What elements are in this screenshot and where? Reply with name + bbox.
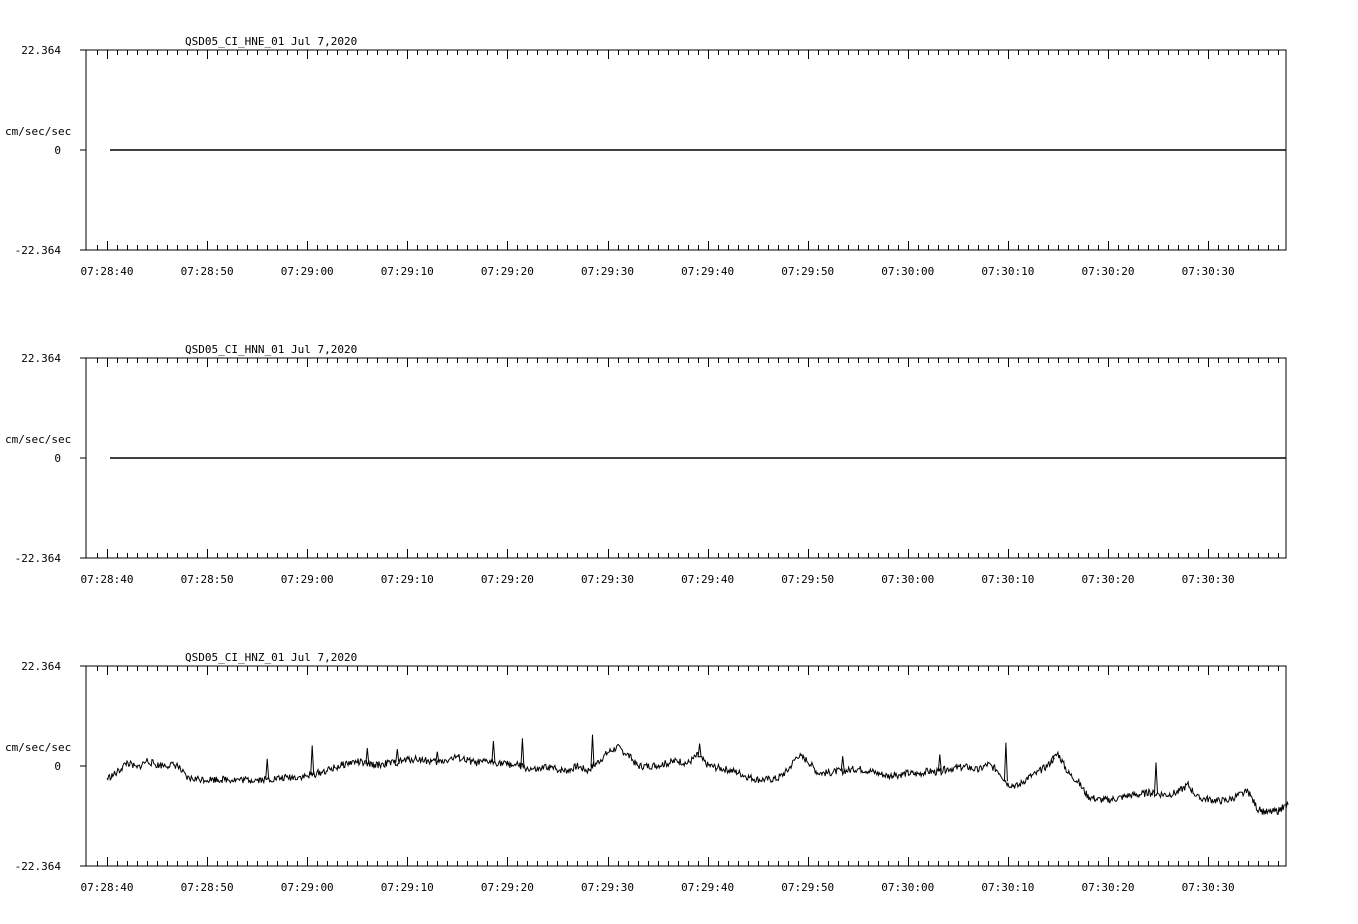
y-tick-label: 22.364 — [21, 44, 61, 57]
y-tick-label: -22.364 — [15, 552, 62, 565]
panel-1: QSD05_CI_HNN_01 Jul 7,2020 22.364 0 -22.364… — [5, 343, 1287, 586]
trace-spike — [840, 756, 845, 771]
panel-title: QSD05_CI_HNZ_01 Jul 7,2020 — [185, 651, 357, 664]
x-tick-label: 07:30:20 — [1082, 573, 1135, 586]
x-tick-label: 07:29:10 — [381, 265, 434, 278]
y-tick-label: 0 — [54, 144, 61, 157]
trace-spike — [310, 745, 315, 775]
x-tick-label: 07:28:50 — [181, 573, 234, 586]
x-tick-label: 07:29:40 — [681, 881, 734, 894]
x-tick-label: 07:29:10 — [381, 573, 434, 586]
y-tick-label: 22.364 — [21, 660, 61, 673]
trace-spike — [590, 734, 595, 767]
x-tick-label: 07:29:50 — [781, 265, 834, 278]
y-tick-label: -22.364 — [15, 244, 62, 257]
panel-2: QSD05_CI_HNZ_01 Jul 7,2020 22.364 0 -22.364… — [5, 651, 1289, 894]
y-axis-label: cm/sec/sec — [5, 433, 71, 446]
x-tick-label: 07:30:10 — [981, 573, 1034, 586]
seismogram-figure: QSD05_CI_HNE_01 Jul 7,2020 22.364 0 -22.364… — [5, 35, 1289, 894]
x-tick-label: 07:30:10 — [981, 881, 1034, 894]
x-tick-label: 07:29:30 — [581, 265, 634, 278]
x-tick-label: 07:30:30 — [1182, 265, 1235, 278]
x-tick-label: 07:29:30 — [581, 573, 634, 586]
x-tick-label: 07:29:40 — [681, 265, 734, 278]
x-tick-label: 07:29:00 — [281, 573, 334, 586]
trace-spike — [365, 748, 370, 765]
y-tick-label: 22.364 — [21, 352, 61, 365]
x-tick-label: 07:28:50 — [181, 881, 234, 894]
x-tick-label: 07:30:20 — [1082, 265, 1135, 278]
trace-line — [106, 744, 1289, 816]
x-tick-label: 07:30:00 — [881, 881, 934, 894]
x-tick-label: 07:29:00 — [281, 881, 334, 894]
x-tick-label: 07:29:30 — [581, 881, 634, 894]
x-tick-label: 07:30:00 — [881, 265, 934, 278]
trace-spike — [395, 748, 400, 763]
y-tick-label: 0 — [54, 452, 61, 465]
x-tick-label: 07:29:40 — [681, 573, 734, 586]
y-axis-label: cm/sec/sec — [5, 125, 71, 138]
panel-0: QSD05_CI_HNE_01 Jul 7,2020 22.364 0 -22.364… — [5, 35, 1287, 278]
x-tick-label: 07:29:50 — [781, 573, 834, 586]
x-tick-label: 07:29:20 — [481, 881, 534, 894]
x-tick-label: 07:30:30 — [1182, 881, 1235, 894]
trace-spike — [520, 738, 525, 767]
x-tick-label: 07:30:00 — [881, 573, 934, 586]
x-tick-label: 07:28:40 — [81, 573, 134, 586]
trace-spike — [697, 743, 702, 758]
x-tick-label: 07:28:40 — [81, 265, 134, 278]
y-tick-label: 0 — [54, 760, 61, 773]
x-tick-label: 07:30:30 — [1182, 573, 1235, 586]
y-tick-label: -22.364 — [15, 860, 62, 873]
trace-spike — [1003, 742, 1008, 782]
x-tick-label: 07:29:20 — [481, 265, 534, 278]
x-tick-label: 07:29:50 — [781, 881, 834, 894]
x-tick-label: 07:28:50 — [181, 265, 234, 278]
x-tick-label: 07:29:10 — [381, 881, 434, 894]
trace-spike — [1154, 762, 1158, 794]
x-tick-label: 07:29:00 — [281, 265, 334, 278]
x-tick-label: 07:30:10 — [981, 265, 1034, 278]
y-axis-label: cm/sec/sec — [5, 741, 71, 754]
panel-title: QSD05_CI_HNE_01 Jul 7,2020 — [185, 35, 357, 48]
trace-spike — [265, 758, 270, 780]
x-tick-label: 07:30:20 — [1082, 881, 1135, 894]
x-tick-label: 07:28:40 — [81, 881, 134, 894]
panel-title: QSD05_CI_HNN_01 Jul 7,2020 — [185, 343, 357, 356]
x-tick-label: 07:29:20 — [481, 573, 534, 586]
plot-frame — [85, 665, 1287, 867]
trace-spike — [491, 740, 496, 763]
